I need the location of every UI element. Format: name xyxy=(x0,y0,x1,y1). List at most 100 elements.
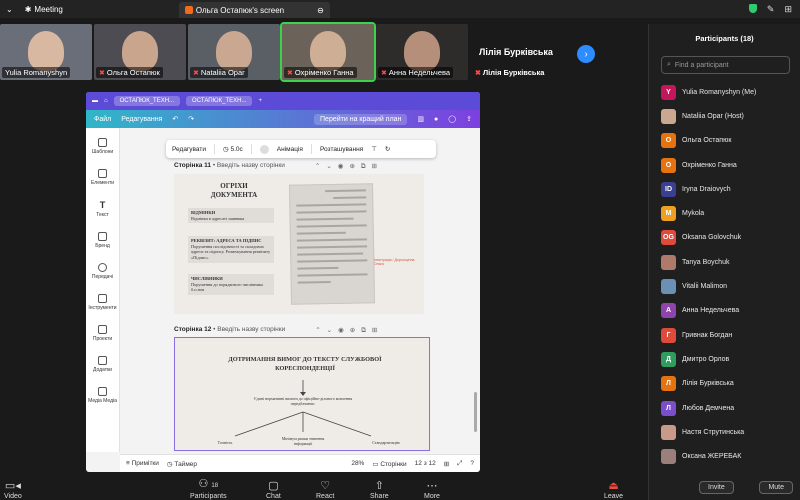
browser-tab[interactable]: ОСТАПЮК_ТЕХН... xyxy=(113,96,181,106)
refresh-icon[interactable]: ↻ xyxy=(385,145,390,153)
participant-row[interactable]: Tanya Boychuk xyxy=(661,250,800,274)
participant-row[interactable]: OG Oksana Golovchuk xyxy=(661,226,800,250)
more-button[interactable]: ⋯ More xyxy=(424,480,440,500)
slide-page-12[interactable]: ДОТРИМАННЯ ВИМОГ ДО ТЕКСТУ СЛУЖБОВОЇ КОР… xyxy=(174,337,430,451)
participant-name: Анна Недельчева xyxy=(682,307,740,315)
video-tile[interactable]: ✖ Ольга Остапюк xyxy=(94,24,186,80)
mute-all-button[interactable]: Mute xyxy=(759,481,793,494)
grid-view-icon[interactable]: ⊞ xyxy=(444,460,449,468)
shield-icon[interactable] xyxy=(748,3,757,13)
sidebar-item-projects[interactable]: Проекти xyxy=(93,325,112,342)
share-button[interactable]: ⇧ Share xyxy=(370,480,389,500)
more-icon: ⋯ xyxy=(426,480,438,492)
page-count: 12 з 12 xyxy=(414,460,436,467)
participant-row[interactable]: ID Iryna Draiovych xyxy=(661,177,800,201)
participant-row[interactable]: Л Лілія Бурківська xyxy=(661,372,800,396)
view-icon[interactable]: ⊞ xyxy=(784,4,792,15)
participants-button[interactable]: ⚇ 18 Participants xyxy=(190,478,227,500)
participant-row[interactable]: Настя Струтинська xyxy=(661,420,800,444)
format-icon[interactable]: ⊤ xyxy=(371,145,377,153)
more-options-icon[interactable]: ⊖ xyxy=(317,6,324,15)
heart-icon: ♡ xyxy=(320,480,331,492)
react-button[interactable]: ♡ React xyxy=(316,480,334,500)
sidebar-item-apps[interactable]: Додатки xyxy=(93,356,112,373)
page-actions[interactable]: ⌃⌄◉⊕⧉⊞ xyxy=(315,162,383,171)
participant-search-input[interactable]: ⌕ Find a participant xyxy=(661,56,790,74)
invite-button[interactable]: Invite xyxy=(699,481,734,494)
participant-row[interactable]: Д Дмитро Орлов xyxy=(661,347,800,371)
share-tab-label: Ольга Остапюк's screen xyxy=(195,5,285,15)
home-icon[interactable]: ⌂ xyxy=(104,98,108,104)
participant-row[interactable]: O Ольга Остапюк xyxy=(661,129,800,153)
slide-page-11[interactable]: ОГРІХИ ДОКУМЕНТА ВІДМІНКИ Відмінки в адре… xyxy=(174,174,424,314)
browser-tab[interactable]: ОСТАПЮК_ТЕХН... xyxy=(186,96,253,106)
pages-button[interactable]: ▭ Сторінки xyxy=(372,460,406,468)
chat-button[interactable]: ▢ Chat xyxy=(266,480,281,500)
participant-row[interactable]: Y Yulia Romanyshyn (Me) xyxy=(661,80,800,104)
meeting-tab[interactable]: ✱ Meeting xyxy=(19,0,69,18)
notes-button[interactable]: ≡ Примітки xyxy=(126,460,159,467)
red-annotation: Ілюстрація / Дорогоцінна Ольга xyxy=(374,258,415,266)
sidebar-item-brand[interactable]: Бренд xyxy=(95,232,110,249)
zoom-level[interactable]: 28% xyxy=(351,460,364,467)
color-swatch[interactable] xyxy=(259,144,269,154)
page-title-input[interactable]: Введіть назву сторінки xyxy=(217,162,285,169)
share-screen-icon: ⇧ xyxy=(374,480,384,492)
next-page-button[interactable]: › xyxy=(577,45,595,63)
video-tile[interactable]: ✖ Nataliia Opar xyxy=(188,24,280,80)
page-label: Сторінка 12 xyxy=(174,326,212,333)
edit-menu[interactable]: Редагування xyxy=(121,116,162,123)
participant-name: Ольга Остапюк xyxy=(682,137,732,145)
undo-icon[interactable]: ↶ xyxy=(172,115,178,123)
animation-button[interactable]: Анімація xyxy=(277,146,303,153)
upgrade-button[interactable]: Перейти на кращий план xyxy=(314,113,408,125)
chat-icon: ▢ xyxy=(268,480,279,492)
share-export-icon[interactable]: ⇪ xyxy=(466,115,472,123)
comment-icon[interactable]: ◯ xyxy=(448,115,456,123)
avatar: Л xyxy=(661,400,676,416)
page-title-input[interactable]: Введіть назву сторінки xyxy=(217,326,285,333)
fullscreen-icon[interactable]: ⤢ xyxy=(457,460,462,468)
edit-icon[interactable]: ✎ xyxy=(767,4,775,15)
edit-button[interactable]: Редагувати xyxy=(172,146,206,153)
participant-row[interactable]: Л Любов Демчена xyxy=(661,396,800,420)
participant-name: Oksana Golovchuk xyxy=(682,234,742,242)
page-actions[interactable]: ⌃⌄◉⊕⧉⊞ xyxy=(315,326,383,335)
leave-button[interactable]: ⏏ Leave xyxy=(604,480,623,500)
participant-name: Оксана ЖЕРЕБАК xyxy=(682,453,742,461)
participant-row[interactable]: A Анна Недельчева xyxy=(661,299,800,323)
sidebar-item-uploads[interactable]: Передачі xyxy=(92,263,113,280)
participant-row[interactable]: O Охріменко Ганна xyxy=(661,153,800,177)
window-menu-chevron[interactable]: ⌄ xyxy=(0,0,19,18)
file-menu[interactable]: Файл xyxy=(94,116,111,123)
help-icon[interactable]: ? xyxy=(470,460,474,467)
participant-row[interactable]: Nataliia Opar (Host) xyxy=(661,104,800,128)
participant-row[interactable]: Vitalii Malimon xyxy=(661,274,800,298)
position-button[interactable]: Розташування xyxy=(320,146,363,153)
video-button[interactable]: ▭◂ Video xyxy=(4,480,22,500)
participant-row[interactable]: M Mykola xyxy=(661,201,800,225)
video-tile[interactable]: Yulia Romanyshyn xyxy=(0,24,92,80)
video-tile-name-only[interactable]: Лілія Бурківська ✖ Лілія Бурківська xyxy=(470,24,562,80)
screen-share-tab[interactable]: Ольга Остапюк's screen ⊖ xyxy=(178,2,330,18)
canva-menubar: Файл Редагування ↶ ↷ Перейти на кращий п… xyxy=(86,110,480,128)
sidebar-item-tools[interactable]: Інструменти xyxy=(88,294,117,311)
sidebar-item-elements[interactable]: Елементи xyxy=(91,169,114,186)
sidebar-item-text[interactable]: T Текст xyxy=(96,200,109,218)
user-icon[interactable]: ● xyxy=(434,116,438,123)
new-tab-icon[interactable]: + xyxy=(258,98,262,104)
participant-row[interactable]: Оксана ЖЕРЕБАК xyxy=(661,444,800,468)
templates-icon xyxy=(98,138,107,147)
participants-header: Participants (18) xyxy=(695,33,754,43)
browser-menu-icon[interactable]: ▬ xyxy=(92,98,98,104)
timing-button[interactable]: ◷ 5.0с xyxy=(223,145,243,153)
participant-row[interactable]: Г Гривнак Богдан xyxy=(661,323,800,347)
video-tile-active-speaker[interactable]: ✖ Охріменко Ганна xyxy=(280,22,376,82)
video-tile[interactable]: ✖ Анна Недельчева xyxy=(376,24,468,80)
scrollbar-thumb[interactable] xyxy=(474,392,477,432)
sidebar-item-media[interactable]: Медіа Медіа xyxy=(88,387,117,404)
timer-button[interactable]: ◷ Таймер xyxy=(167,460,197,468)
chart-icon[interactable]: ▥ xyxy=(417,115,424,123)
redo-icon[interactable]: ↷ xyxy=(188,115,194,123)
sidebar-item-templates[interactable]: Шаблони xyxy=(92,138,113,155)
